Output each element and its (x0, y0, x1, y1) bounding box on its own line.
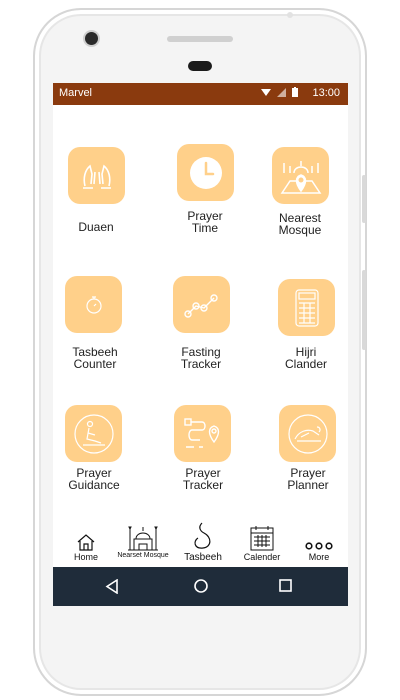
duaen-tile[interactable] (68, 147, 125, 204)
status-bar: Marvel 13:00 (53, 83, 348, 105)
tab-home[interactable]: Home (57, 521, 115, 562)
hijri-clander-label: Hijri Clander (284, 345, 328, 371)
home-icon (77, 534, 95, 551)
praying-person-icon (287, 413, 328, 454)
mosque-icon (128, 526, 158, 551)
tab-home-label: Home (73, 552, 98, 562)
nearest-mosque-tile[interactable] (272, 147, 329, 204)
home-circle-icon[interactable] (194, 579, 208, 593)
tab-tasbeeh-label: Tasbeeh (184, 552, 222, 563)
more-dots-icon (305, 542, 333, 550)
nearest-mosque-label: Nearest Mosque (278, 211, 322, 237)
bottom-tab-bar: Home Nearset Mosque Tasbeeh Calender Mor… (53, 521, 348, 567)
calendar-icon (250, 526, 274, 551)
hijri-clander-tile[interactable] (278, 279, 335, 336)
praying-hands-icon (82, 164, 111, 189)
prayer-guidance-label: Prayer Guidance (68, 466, 120, 492)
proximity-sensor (188, 61, 212, 71)
power-button (362, 175, 366, 223)
tasbeeh-icon (194, 522, 211, 549)
prayer-tracker-tile[interactable] (174, 405, 231, 462)
prayer-guidance-tile[interactable] (65, 405, 122, 462)
back-icon[interactable] (105, 579, 119, 594)
recents-icon[interactable] (279, 579, 292, 592)
prayer-time-tile[interactable] (177, 144, 234, 201)
graph-icon (183, 293, 218, 318)
system-nav-bar (53, 567, 348, 606)
calendar-grid-icon (294, 288, 319, 327)
earpiece-speaker (167, 36, 233, 42)
volume-button (362, 270, 366, 350)
prayer-planner-tile[interactable] (279, 405, 336, 462)
sensor (287, 12, 293, 18)
tab-more-label: More (308, 552, 330, 562)
front-camera (85, 32, 98, 45)
mosque-map-pin-icon (280, 160, 321, 194)
tab-more[interactable]: More (290, 521, 348, 562)
wifi-icon (261, 88, 271, 96)
prayer-tracker-label: Prayer Tracker (182, 466, 224, 492)
prayer-time-label: Prayer Time (187, 209, 223, 235)
kneeling-person-icon (73, 413, 114, 454)
battery-icon (292, 87, 298, 97)
tasbeeh-counter-label: Tasbeeh Counter (72, 345, 118, 371)
carrier-name: Marvel (59, 87, 93, 99)
clock-icon (189, 156, 222, 189)
duaen-label: Duaen (78, 220, 114, 234)
status-icons (261, 87, 298, 97)
tab-calender[interactable]: Calender (233, 521, 291, 562)
tasbeeh-counter-tile[interactable] (65, 276, 122, 333)
fasting-tracker-tile[interactable] (173, 276, 230, 333)
prayer-planner-label: Prayer Planner (287, 466, 329, 492)
tab-tasbeeh[interactable]: Tasbeeh (174, 521, 232, 563)
fasting-tracker-label: Fasting Tracker (180, 345, 222, 371)
tab-nearset-mosque[interactable]: Nearset Mosque (112, 521, 174, 559)
app-screen: Marvel 13:00 Duaen Prayer Time Nearest M… (53, 83, 348, 606)
signal-icon (277, 87, 286, 97)
route-pin-icon (183, 417, 219, 448)
tab-calender-label: Calender (243, 552, 281, 562)
stopwatch-icon (85, 295, 102, 314)
clock-time: 13:00 (312, 87, 340, 99)
tab-nearset-mosque-label: Nearset Mosque (117, 552, 169, 559)
